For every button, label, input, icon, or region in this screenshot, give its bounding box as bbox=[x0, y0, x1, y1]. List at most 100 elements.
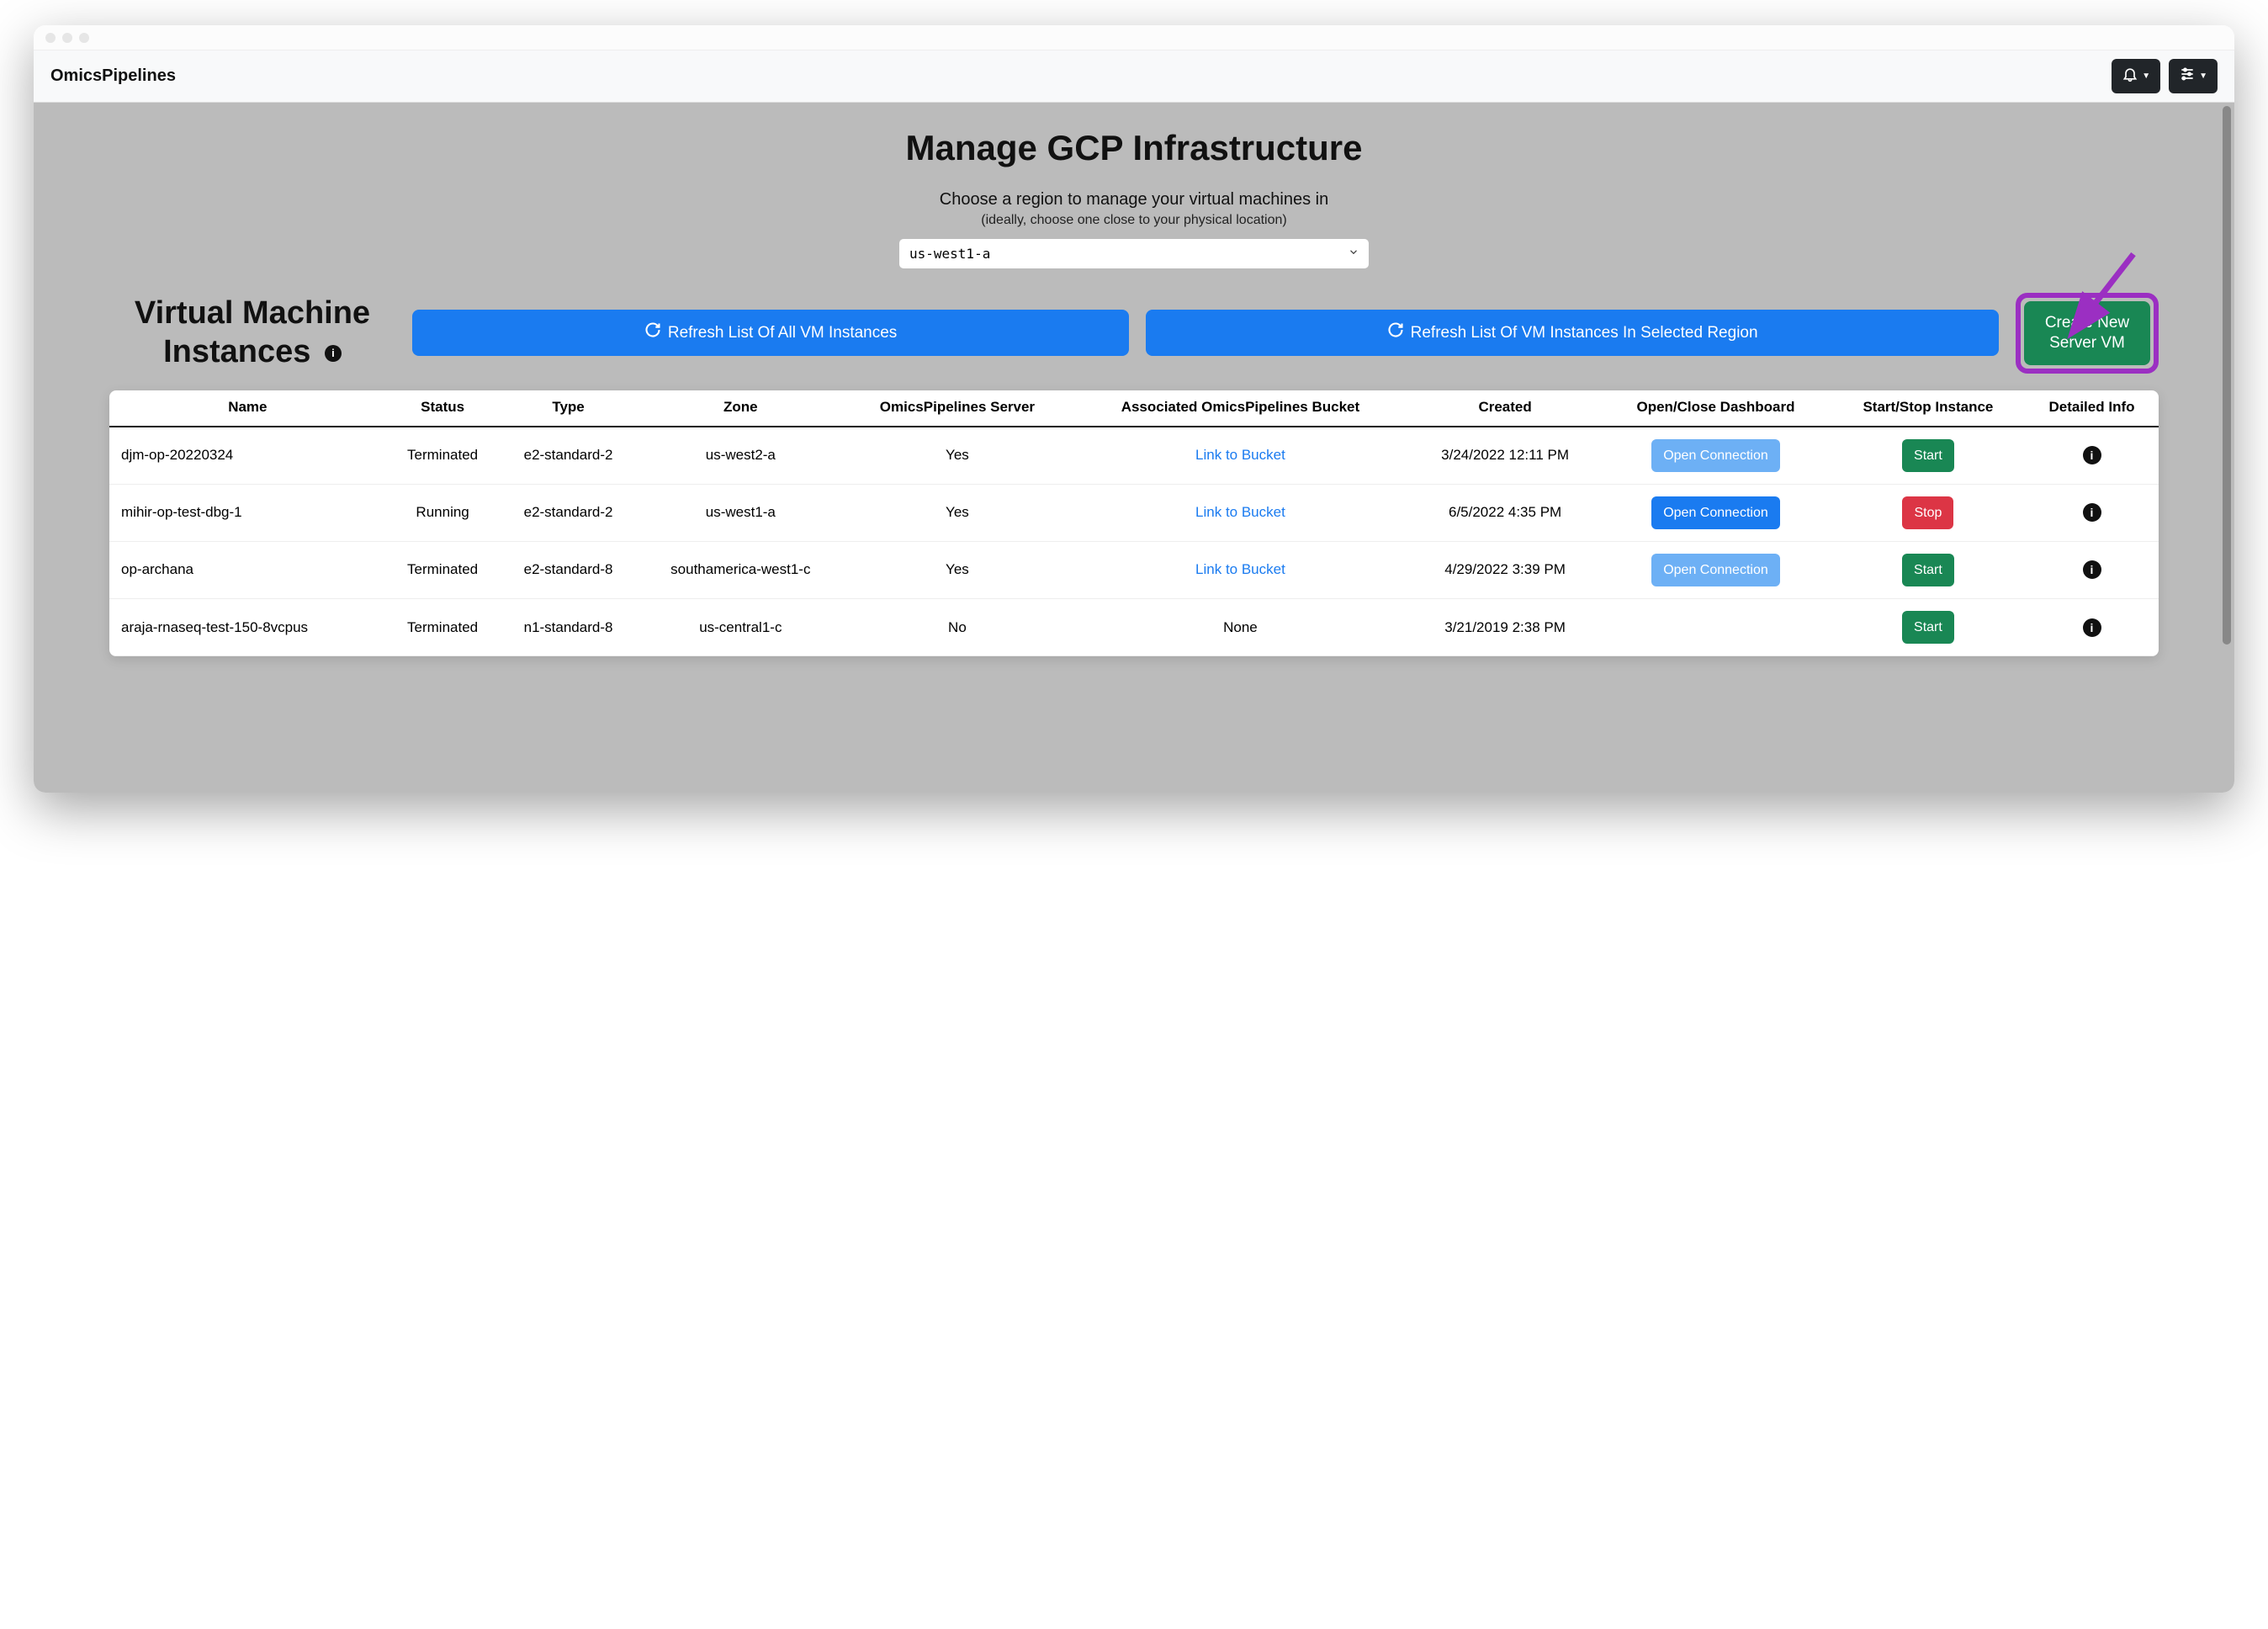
cell-startstop: Start bbox=[1831, 599, 2025, 656]
bell-icon bbox=[2122, 66, 2138, 87]
info-icon[interactable]: i bbox=[2083, 560, 2101, 579]
cell-zone: us-west2-a bbox=[638, 427, 844, 485]
info-icon[interactable]: i bbox=[2083, 618, 2101, 637]
cell-startstop: Start bbox=[1831, 427, 2025, 485]
table-header-row: Name Status Type Zone OmicsPipelines Ser… bbox=[109, 390, 2159, 427]
table-row: op-archanaTerminatede2-standard-8southam… bbox=[109, 541, 2159, 598]
navbar-right: ▼ ▼ bbox=[2112, 59, 2218, 93]
section-heading: Virtual Machine Instances i bbox=[109, 294, 395, 371]
info-icon[interactable]: i bbox=[2083, 446, 2101, 464]
cell-zone: southamerica-west1-c bbox=[638, 541, 844, 598]
refresh-icon bbox=[644, 321, 661, 344]
cell-bucket: None bbox=[1071, 599, 1410, 656]
info-icon[interactable]: i bbox=[2083, 503, 2101, 522]
col-server: OmicsPipelines Server bbox=[844, 390, 1071, 427]
cell-type: n1-standard-8 bbox=[500, 599, 638, 656]
cell-dashboard bbox=[1600, 599, 1831, 656]
section-heading-wrap: Virtual Machine Instances i bbox=[109, 294, 395, 371]
cell-zone: us-west1-a bbox=[638, 484, 844, 541]
scrollbar-thumb[interactable] bbox=[2223, 106, 2231, 645]
vm-instances-table: Name Status Type Zone OmicsPipelines Ser… bbox=[109, 390, 2159, 657]
start-instance-button[interactable]: Start bbox=[1902, 554, 1954, 586]
cell-name: mihir-op-test-dbg-1 bbox=[109, 484, 386, 541]
scrollbar-track[interactable] bbox=[2221, 106, 2233, 779]
open-connection-button[interactable]: Open Connection bbox=[1651, 439, 1780, 472]
region-select-wrap: us-west1-a bbox=[898, 238, 1370, 269]
sliders-icon bbox=[2179, 66, 2196, 87]
app-window: OmicsPipelines ▼ ▼ Manage GCP Infrastruc… bbox=[34, 25, 2234, 793]
cell-startstop: Stop bbox=[1831, 484, 2025, 541]
cell-detail: i bbox=[2025, 427, 2159, 485]
cell-detail: i bbox=[2025, 599, 2159, 656]
cell-status: Terminated bbox=[386, 427, 500, 485]
cell-zone: us-central1-c bbox=[638, 599, 844, 656]
refresh-icon bbox=[1387, 321, 1404, 344]
region-select[interactable]: us-west1-a bbox=[898, 238, 1370, 269]
col-bucket: Associated OmicsPipelines Bucket bbox=[1071, 390, 1410, 427]
cell-name: araja-rnaseq-test-150-8vcpus bbox=[109, 599, 386, 656]
col-dashboard: Open/Close Dashboard bbox=[1600, 390, 1831, 427]
cell-name: djm-op-20220324 bbox=[109, 427, 386, 485]
cell-name: op-archana bbox=[109, 541, 386, 598]
col-zone: Zone bbox=[638, 390, 844, 427]
table-row: djm-op-20220324Terminatede2-standard-2us… bbox=[109, 427, 2159, 485]
window-close-dot[interactable] bbox=[45, 33, 56, 43]
cell-dashboard: Open Connection bbox=[1600, 427, 1831, 485]
window-titlebar bbox=[34, 25, 2234, 50]
info-icon[interactable]: i bbox=[325, 345, 342, 362]
cell-server: No bbox=[844, 599, 1071, 656]
stop-instance-button[interactable]: Stop bbox=[1902, 496, 1953, 529]
cell-created: 4/29/2022 3:39 PM bbox=[1410, 541, 1600, 598]
refresh-all-instances-button[interactable]: Refresh List Of All VM Instances bbox=[412, 310, 1129, 356]
open-connection-button[interactable]: Open Connection bbox=[1651, 554, 1780, 586]
start-instance-button[interactable]: Start bbox=[1902, 439, 1954, 472]
action-row: Virtual Machine Instances i Refresh List… bbox=[34, 293, 2234, 390]
page-subtitle: Choose a region to manage your virtual m… bbox=[34, 190, 2234, 210]
cell-server: Yes bbox=[844, 541, 1071, 598]
cell-created: 3/24/2022 12:11 PM bbox=[1410, 427, 1600, 485]
open-connection-button[interactable]: Open Connection bbox=[1651, 496, 1780, 529]
refresh-region-instances-button[interactable]: Refresh List Of VM Instances In Selected… bbox=[1146, 310, 1999, 356]
vm-instances-table-card: Name Status Type Zone OmicsPipelines Ser… bbox=[109, 390, 2159, 657]
cell-type: e2-standard-2 bbox=[500, 484, 638, 541]
cell-server: Yes bbox=[844, 427, 1071, 485]
page-subtitle-note: (ideally, choose one close to your physi… bbox=[34, 213, 2234, 228]
cell-dashboard: Open Connection bbox=[1600, 541, 1831, 598]
create-vm-label: Create New Server VM bbox=[2043, 313, 2132, 353]
cell-status: Terminated bbox=[386, 599, 500, 656]
window-zoom-dot[interactable] bbox=[79, 33, 89, 43]
cell-bucket[interactable]: Link to Bucket bbox=[1071, 541, 1410, 598]
brand-title[interactable]: OmicsPipelines bbox=[50, 66, 176, 86]
cell-type: e2-standard-2 bbox=[500, 427, 638, 485]
cell-detail: i bbox=[2025, 484, 2159, 541]
cell-created: 3/21/2019 2:38 PM bbox=[1410, 599, 1600, 656]
notifications-button[interactable]: ▼ bbox=[2112, 59, 2160, 93]
settings-button[interactable]: ▼ bbox=[2169, 59, 2218, 93]
cell-created: 6/5/2022 4:35 PM bbox=[1410, 484, 1600, 541]
caret-down-icon: ▼ bbox=[2142, 72, 2150, 81]
start-instance-button[interactable]: Start bbox=[1902, 611, 1954, 644]
cell-bucket[interactable]: Link to Bucket bbox=[1071, 484, 1410, 541]
cell-status: Terminated bbox=[386, 541, 500, 598]
col-created: Created bbox=[1410, 390, 1600, 427]
cell-startstop: Start bbox=[1831, 541, 2025, 598]
cell-dashboard: Open Connection bbox=[1600, 484, 1831, 541]
content-area: Manage GCP Infrastructure Choose a regio… bbox=[34, 103, 2234, 793]
annotation-highlight-box: Create New Server VM bbox=[2016, 293, 2159, 374]
cell-server: Yes bbox=[844, 484, 1071, 541]
refresh-all-label: Refresh List Of All VM Instances bbox=[668, 323, 897, 343]
cell-detail: i bbox=[2025, 541, 2159, 598]
col-startstop: Start/Stop Instance bbox=[1831, 390, 2025, 427]
create-vm-button[interactable]: Create New Server VM bbox=[2024, 301, 2150, 365]
window-minimize-dot[interactable] bbox=[62, 33, 72, 43]
col-detail: Detailed Info bbox=[2025, 390, 2159, 427]
navbar: OmicsPipelines ▼ ▼ bbox=[34, 50, 2234, 103]
cell-type: e2-standard-8 bbox=[500, 541, 638, 598]
cell-bucket[interactable]: Link to Bucket bbox=[1071, 427, 1410, 485]
table-row: araja-rnaseq-test-150-8vcpusTerminatedn1… bbox=[109, 599, 2159, 656]
caret-down-icon: ▼ bbox=[2199, 72, 2207, 81]
col-type: Type bbox=[500, 390, 638, 427]
refresh-region-label: Refresh List Of VM Instances In Selected… bbox=[1411, 323, 1758, 343]
col-name: Name bbox=[109, 390, 386, 427]
page-title: Manage GCP Infrastructure bbox=[34, 128, 2234, 168]
